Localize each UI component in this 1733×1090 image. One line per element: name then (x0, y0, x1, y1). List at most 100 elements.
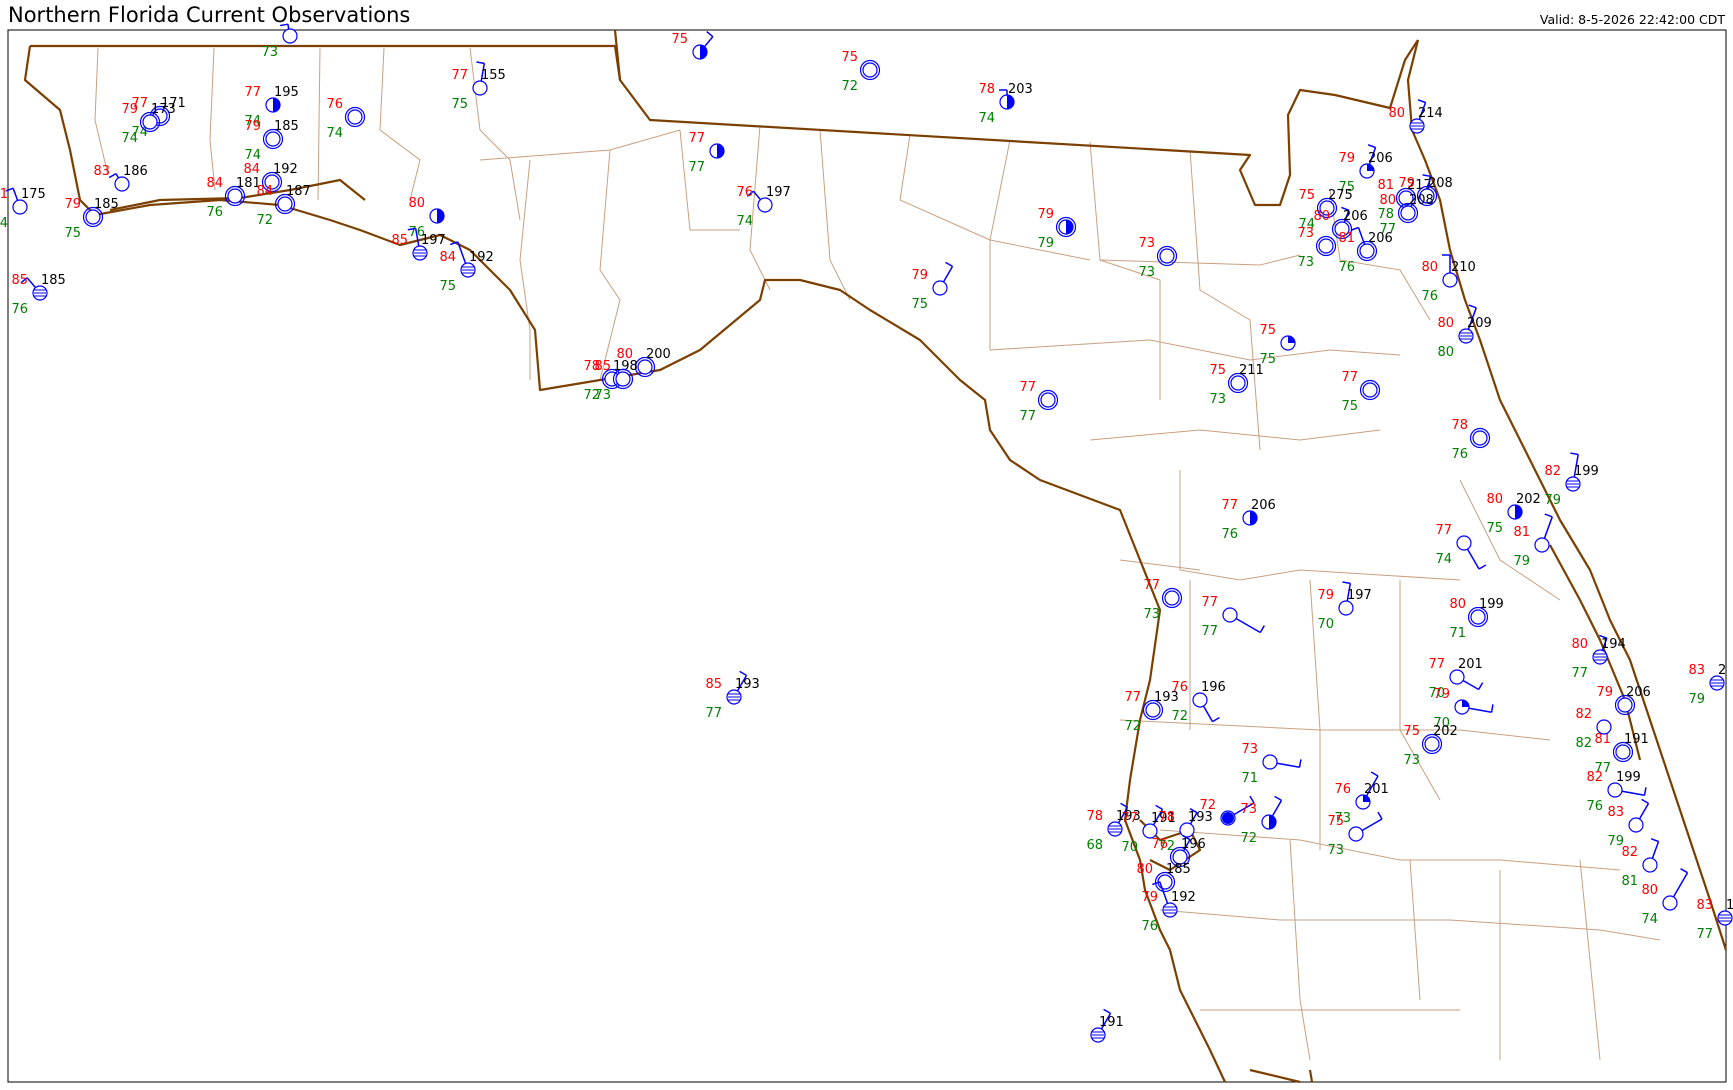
dewpoint-label: 68 (1086, 838, 1103, 853)
temperature-label: 75 (1209, 363, 1226, 378)
pressure-label: 197 (1347, 588, 1372, 603)
pressure-label: 195 (274, 85, 299, 100)
temperature-label: 84 (243, 162, 260, 177)
temperature-label: 77 (1428, 657, 1445, 672)
temperature-label: 77 (688, 131, 705, 146)
pressure-label: 199 (1479, 597, 1504, 612)
pressure-label: 214 (1418, 106, 1443, 121)
temperature-label: 75 (1259, 323, 1276, 338)
pressure-label: 203 (1008, 82, 1033, 97)
pressure-label: 185 (41, 273, 66, 288)
dewpoint-label: 77 (688, 160, 705, 175)
temperature-label: 79 (911, 268, 928, 283)
station-circle (1040, 392, 1056, 408)
dewpoint-label: 80 (1437, 345, 1454, 360)
dewpoint-label: 72 (1240, 831, 1257, 846)
pressure-label: 201 (1364, 782, 1389, 797)
temperature-label: 78 (1451, 418, 1468, 433)
station-circle (1222, 607, 1238, 623)
temperature-label: 78 (978, 82, 995, 97)
station-circle (1359, 243, 1375, 259)
station-circle (1400, 205, 1416, 221)
station-circle (1262, 754, 1278, 770)
pressure-label: 201 (1458, 657, 1483, 672)
dewpoint-label: 73 (594, 388, 611, 403)
dewpoint-label: 79 (1688, 692, 1705, 707)
station-circle (347, 109, 363, 125)
dewpoint-label: 76 (1451, 447, 1468, 462)
temperature-label: 76 (1171, 680, 1188, 695)
station-circle (1318, 238, 1334, 254)
temperature-label: 84 (439, 250, 456, 265)
pressure-label: 192 (469, 250, 494, 265)
dewpoint-label: 75 (911, 297, 928, 312)
station-circle (615, 371, 631, 387)
station-circle (1642, 857, 1658, 873)
pressure-label: 192 (273, 162, 298, 177)
temperature-label: 83 (1688, 663, 1705, 678)
temperature-label: 84 (256, 184, 273, 199)
station-circle (1442, 272, 1458, 288)
station-circle (142, 114, 158, 130)
temperature-label: 76 (326, 97, 343, 112)
station-circle (1628, 817, 1644, 833)
temperature-label: 76 (1151, 837, 1168, 852)
pressure-label: 211 (1239, 363, 1264, 378)
temperature-label: 81 (1338, 231, 1355, 246)
station-circle (1348, 826, 1364, 842)
dewpoint-label: 77 (1019, 409, 1036, 424)
pressure-label: 191 (1624, 732, 1649, 747)
pressure-label: 199 (1574, 464, 1599, 479)
map-title: Northern Florida Current Observations (8, 3, 411, 27)
temperature-label: 79 (121, 102, 138, 117)
temperature-label: 75 (1403, 724, 1420, 739)
temperature-label: 79 (64, 197, 81, 212)
station-circle (1164, 590, 1180, 606)
dewpoint-label: 74 (121, 131, 138, 146)
valid-time: Valid: 8-5-2026 22:42:00 CDT (1539, 12, 1725, 27)
station-circle (1456, 535, 1472, 551)
station-circle (757, 197, 773, 213)
dewpoint-label: 73 (1209, 392, 1226, 407)
temperature-label: 73 (1240, 802, 1257, 817)
temperature-label: 75 (1298, 188, 1315, 203)
temperature-label: 73 (1241, 742, 1258, 757)
dewpoint-label: 74 (1435, 552, 1452, 567)
temperature-label: 82 (1575, 707, 1592, 722)
pressure-label: 196 (1201, 680, 1226, 695)
station-circle (277, 196, 293, 212)
station-circle (1662, 895, 1678, 911)
station-circle (1230, 375, 1246, 391)
temperature-label: 77 (1143, 578, 1160, 593)
dewpoint-label: 78 (1377, 207, 1394, 222)
pressure-label: 173 (151, 102, 176, 117)
station-circle (1607, 782, 1623, 798)
station-circle (12, 199, 28, 215)
dewpoint-label: 75 (439, 279, 456, 294)
pressure-label: 175 (21, 187, 46, 202)
temperature-label: 75 (671, 32, 688, 47)
dewpoint-label: 72 (841, 79, 858, 94)
pressure-label: 206 (1343, 209, 1368, 224)
station-circle (1424, 736, 1440, 752)
pressure-label: 185 (274, 119, 299, 134)
temperature-label: 77 (244, 85, 261, 100)
pressure-label: 202 (1516, 492, 1541, 507)
station-circle (1179, 822, 1195, 838)
temperature-label: 83 (1607, 805, 1624, 820)
dewpoint-label: 70 (1121, 840, 1138, 855)
station-circle (227, 188, 243, 204)
temperature-label: 82 (1544, 464, 1561, 479)
temperature-label: 79 (1398, 176, 1415, 191)
temperature-label: 85 (705, 677, 722, 692)
dewpoint-label: 71 (1449, 626, 1466, 641)
dewpoint-label: 81 (1621, 874, 1638, 889)
pressure-label: 206 (1626, 685, 1651, 700)
pressure-label: 209 (1467, 316, 1492, 331)
station-circle (1596, 719, 1612, 735)
dewpoint-label: 73 (1403, 753, 1420, 768)
temperature-label: 80 (1571, 637, 1588, 652)
station-circle (1145, 702, 1161, 718)
temperature-label: 79 (1596, 685, 1613, 700)
dewpoint-label: 76 (1586, 799, 1603, 814)
